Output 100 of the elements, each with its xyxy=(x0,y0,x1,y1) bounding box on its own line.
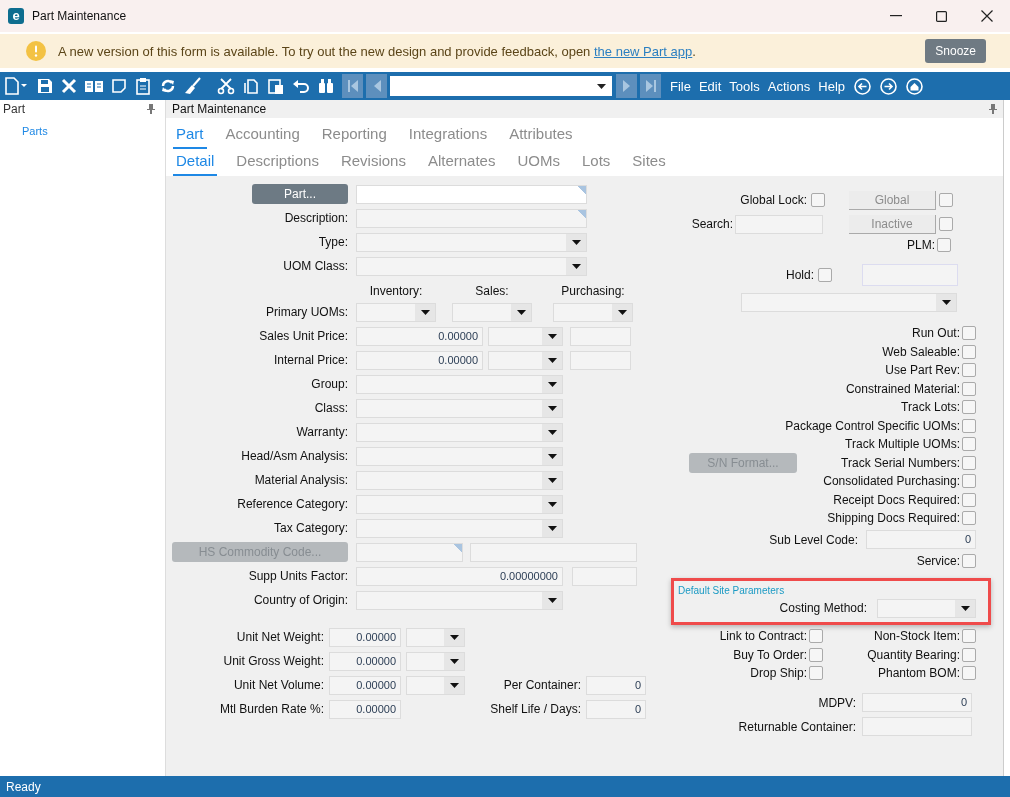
checkbox[interactable] xyxy=(809,666,823,681)
back-icon[interactable] xyxy=(854,77,872,95)
minimize-icon[interactable] xyxy=(890,15,902,17)
tab[interactable]: Descriptions xyxy=(233,149,322,176)
new-document-icon[interactable] xyxy=(3,76,29,96)
part-button[interactable]: Part... xyxy=(252,184,348,204)
number-field[interactable]: 0.00000000 xyxy=(356,566,563,586)
number-field[interactable]: 0.00000 xyxy=(329,699,401,719)
tab[interactable]: Attributes xyxy=(506,122,576,149)
binoculars-icon[interactable] xyxy=(317,77,335,95)
dropdown-field[interactable] xyxy=(488,350,563,370)
checkbox[interactable] xyxy=(962,344,976,359)
dropdown-field[interactable] xyxy=(877,598,976,618)
tab[interactable]: Integrations xyxy=(405,122,491,149)
book-icon[interactable] xyxy=(84,78,104,94)
tab[interactable]: Sites xyxy=(629,149,669,176)
checkbox[interactable] xyxy=(811,193,825,207)
dropdown-field[interactable] xyxy=(356,518,563,538)
number-field[interactable]: 0.00000 xyxy=(329,627,401,647)
number-field[interactable]: 0 xyxy=(866,530,976,549)
paste-icon[interactable] xyxy=(267,77,285,95)
dropdown-field[interactable] xyxy=(406,627,465,647)
dropdown-field[interactable] xyxy=(406,675,465,695)
dropdown-field[interactable] xyxy=(553,302,633,322)
scissors-icon[interactable] xyxy=(217,77,235,95)
number-field[interactable]: 0.00000 xyxy=(356,326,483,346)
dropdown-field[interactable] xyxy=(356,494,563,514)
number-field[interactable]: 0.00000 xyxy=(329,675,401,695)
dropdown-field[interactable] xyxy=(356,446,563,466)
text-field[interactable] xyxy=(356,208,587,228)
sidebar-item[interactable]: Parts xyxy=(22,125,165,137)
tab[interactable]: Lots xyxy=(578,149,614,176)
text-field[interactable] xyxy=(470,542,637,562)
home-icon[interactable] xyxy=(906,77,924,95)
tab[interactable]: Alternates xyxy=(424,149,499,176)
menu-item[interactable]: Help xyxy=(818,78,846,94)
delete-icon[interactable] xyxy=(61,78,77,94)
menu-item[interactable]: Edit xyxy=(698,78,722,94)
checkbox[interactable] xyxy=(962,363,976,378)
text-field[interactable] xyxy=(356,542,463,562)
note-icon[interactable] xyxy=(111,78,127,94)
checkbox[interactable] xyxy=(937,238,951,252)
pin-icon[interactable] xyxy=(989,104,997,114)
refresh-icon[interactable] xyxy=(159,77,177,95)
checkbox[interactable] xyxy=(962,326,976,341)
text-field[interactable] xyxy=(862,717,972,736)
tab[interactable]: Reporting xyxy=(318,122,390,149)
text-field[interactable] xyxy=(570,326,631,346)
maximize-icon[interactable] xyxy=(936,10,947,22)
copy-icon[interactable] xyxy=(242,77,260,95)
previous-record-button[interactable] xyxy=(366,74,387,98)
checkbox[interactable] xyxy=(962,511,976,526)
number-field[interactable]: 0 xyxy=(862,693,972,712)
menu-item[interactable]: Tools xyxy=(729,78,760,94)
number-field[interactable]: 0 xyxy=(586,699,646,719)
checkbox[interactable] xyxy=(962,381,976,396)
dropdown-field[interactable] xyxy=(356,398,563,418)
checkbox[interactable] xyxy=(962,474,976,489)
dropdown-field[interactable] xyxy=(741,292,957,312)
part-field[interactable] xyxy=(356,184,587,204)
number-field[interactable]: 0.00000 xyxy=(329,651,401,671)
checkbox[interactable] xyxy=(962,666,976,681)
checkbox[interactable] xyxy=(962,455,976,470)
forward-icon[interactable] xyxy=(880,77,898,95)
snooze-button[interactable]: Snooze xyxy=(925,39,986,63)
checkbox[interactable] xyxy=(962,400,976,415)
number-field[interactable]: 0 xyxy=(586,675,646,695)
dropdown-field[interactable] xyxy=(356,590,563,610)
close-icon[interactable] xyxy=(981,10,993,22)
dropdown-field[interactable] xyxy=(356,256,587,276)
checkbox[interactable] xyxy=(818,268,832,282)
checkbox[interactable] xyxy=(809,629,823,644)
save-icon[interactable] xyxy=(36,77,54,95)
dropdown-field[interactable] xyxy=(406,651,465,671)
text-field[interactable] xyxy=(572,566,637,586)
tab[interactable]: Accounting xyxy=(222,122,303,149)
text-field[interactable] xyxy=(570,350,631,370)
pin-icon[interactable] xyxy=(147,104,155,114)
tab[interactable]: UOMs xyxy=(514,149,563,176)
menu-item[interactable]: Actions xyxy=(767,78,811,94)
dropdown-field[interactable] xyxy=(488,326,563,346)
dropdown-field[interactable] xyxy=(356,422,563,442)
checkbox[interactable] xyxy=(962,418,976,433)
last-record-button[interactable] xyxy=(640,74,661,98)
checkbox[interactable] xyxy=(809,647,823,662)
undo-icon[interactable] xyxy=(292,77,310,95)
text-field[interactable] xyxy=(862,264,958,286)
checkbox[interactable] xyxy=(962,492,976,507)
dropdown-field[interactable] xyxy=(452,302,532,322)
tab[interactable]: Detail xyxy=(173,149,218,176)
search-field[interactable] xyxy=(735,214,823,234)
number-field[interactable]: 0.00000 xyxy=(356,350,483,370)
tab[interactable]: Part xyxy=(173,122,207,149)
dropdown-field[interactable] xyxy=(356,302,436,322)
next-record-button[interactable] xyxy=(616,74,637,98)
checkbox[interactable] xyxy=(962,437,976,452)
menu-item[interactable]: File xyxy=(670,78,691,94)
checkbox[interactable] xyxy=(962,629,976,644)
first-record-button[interactable] xyxy=(342,74,363,98)
tab[interactable]: Revisions xyxy=(337,149,409,176)
